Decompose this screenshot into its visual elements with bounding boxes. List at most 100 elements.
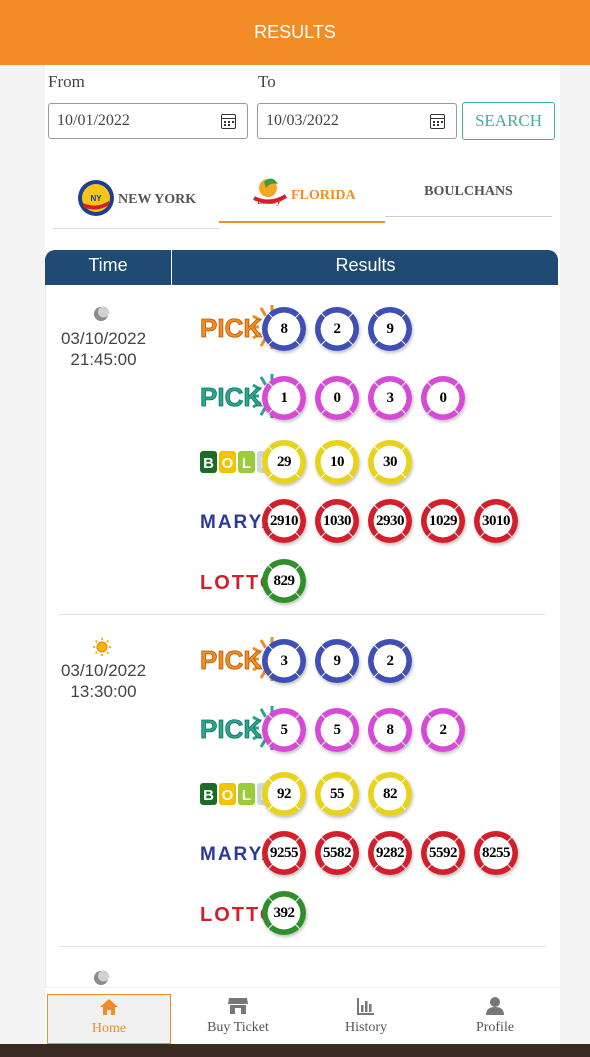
draw-date: 03/10/2022 [60, 661, 147, 680]
ball-number: 9 [374, 315, 406, 343]
from-date-input[interactable]: 10/01/2022 [48, 103, 248, 139]
draw-datetime: 03/10/2022 13:30:00 [46, 660, 161, 702]
row-divider [59, 946, 546, 947]
pick3-number-ball: 8 [262, 307, 306, 351]
maryaj-number-ball: 9255 [262, 831, 306, 875]
sun-icon [93, 638, 111, 656]
user-icon [433, 996, 557, 1018]
ball-number: 2 [321, 315, 353, 343]
row-divider [59, 614, 546, 615]
store-icon [176, 996, 300, 1018]
pick4-number-ball: 3 [368, 376, 412, 420]
svg-text:L: L [242, 455, 251, 472]
maryaj-number-ball: 2910 [262, 499, 306, 543]
maryaj-number-ball: 1029 [421, 499, 465, 543]
table-header: Time Results [45, 250, 558, 285]
ball-number: 829 [268, 567, 300, 595]
florida-lottery-logo: Lottery [252, 176, 288, 215]
draw-time: 21:45:00 [70, 350, 137, 369]
to-date-value: 10/03/2022 [266, 112, 339, 129]
svg-text:PICK: PICK [200, 714, 262, 744]
app-header: RESULTS [0, 0, 590, 65]
new-york-lottery-logo: NY [77, 179, 115, 222]
ball-number: 5 [321, 716, 353, 744]
column-header-results: Results [335, 255, 396, 275]
pick3-number-ball: 3 [262, 639, 306, 683]
results-table: Time Results 03/10/2022 21:45:00 PICK 3 8… [45, 250, 558, 990]
bottom-navigation: Home Buy Ticket History Profile [45, 987, 560, 1044]
bolet-number-ball: 92 [262, 772, 306, 816]
maryaj-number-ball: 1030 [315, 499, 359, 543]
ball-number: 9 [321, 647, 353, 675]
ball-number: 9255 [268, 839, 300, 867]
ball-number: 5592 [427, 839, 459, 867]
ball-number: 0 [427, 384, 459, 412]
ball-number: 8 [374, 716, 406, 744]
nav-home[interactable]: Home [47, 994, 171, 1044]
from-label: From [48, 72, 85, 91]
draw-time: 13:30:00 [70, 682, 137, 701]
ball-number: 2910 [268, 507, 300, 535]
svg-text:B: B [203, 787, 214, 804]
ball-number: 392 [268, 899, 300, 927]
ball-number: 8255 [480, 839, 512, 867]
pick3-number-ball: 9 [315, 639, 359, 683]
ball-number: 0 [321, 384, 353, 412]
ball-number: 82 [374, 780, 406, 808]
nav-history[interactable]: History [304, 994, 428, 1044]
pick4-number-ball: 8 [368, 708, 412, 752]
maryaj-number-ball: 9282 [368, 831, 412, 875]
calendar-icon[interactable] [221, 114, 236, 129]
ball-number: 55 [321, 780, 353, 808]
ball-number: 2 [374, 647, 406, 675]
ball-number: 5582 [321, 839, 353, 867]
table-body[interactable]: 03/10/202221:45:00 PICK 3 829 PICK 4 103… [45, 285, 558, 990]
lotto3-number-ball: 392 [262, 891, 306, 935]
home-icon [48, 997, 170, 1019]
svg-text:L: L [242, 787, 251, 804]
bolet-number-ball: 29 [262, 440, 306, 484]
maryaj-number-ball: 2930 [368, 499, 412, 543]
ball-number: 92 [268, 780, 300, 808]
nav-profile[interactable]: Profile [433, 994, 557, 1044]
ball-number: 8 [268, 315, 300, 343]
nav-home-label: Home [91, 1021, 127, 1036]
lotto3-number-ball: 829 [262, 559, 306, 603]
to-label: To [258, 72, 276, 91]
tab-new-york[interactable]: NY NEW YORK [52, 172, 219, 229]
ball-number: 3010 [480, 507, 512, 535]
pick3-number-ball: 2 [315, 307, 359, 351]
pick3-number-ball: 2 [368, 639, 412, 683]
pick4-number-ball: 2 [421, 708, 465, 752]
pick4-number-ball: 5 [262, 708, 306, 752]
nav-history-label: History [345, 1020, 387, 1035]
svg-text:Lottery: Lottery [256, 197, 281, 206]
bolet-number-ball: 10 [315, 440, 359, 484]
pick4-number-ball: 0 [421, 376, 465, 420]
ball-number: 2 [427, 716, 459, 744]
svg-text:O: O [222, 455, 234, 472]
ball-number: 3 [374, 384, 406, 412]
ball-number: 9282 [374, 839, 406, 867]
ball-number: 1 [268, 384, 300, 412]
pick4-number-ball: 1 [262, 376, 306, 420]
to-date-input[interactable]: 10/03/2022 [257, 103, 457, 139]
bolet-number-ball: 30 [368, 440, 412, 484]
from-date-value: 10/01/2022 [57, 112, 130, 129]
calendar-icon[interactable] [430, 114, 445, 129]
nav-buy-ticket[interactable]: Buy Ticket [176, 994, 300, 1044]
pick4-number-ball: 0 [315, 376, 359, 420]
nav-buy-ticket-label: Buy Ticket [207, 1020, 269, 1035]
tab-florida[interactable]: Lottery FLORIDA [219, 170, 385, 223]
ball-number: 29 [268, 448, 300, 476]
draw-date: 03/10/2022 [60, 329, 147, 348]
pick3-number-ball: 9 [368, 307, 412, 351]
svg-text:PICK: PICK [200, 382, 262, 412]
tab-boulchans[interactable]: BOULCHANS [385, 170, 552, 217]
maryaj-number-ball: 5582 [315, 831, 359, 875]
page-title: RESULTS [254, 22, 336, 42]
ball-number: 3 [268, 647, 300, 675]
search-button[interactable]: SEARCH [462, 102, 555, 140]
bolet-number-ball: 55 [315, 772, 359, 816]
ball-number: 10 [321, 448, 353, 476]
